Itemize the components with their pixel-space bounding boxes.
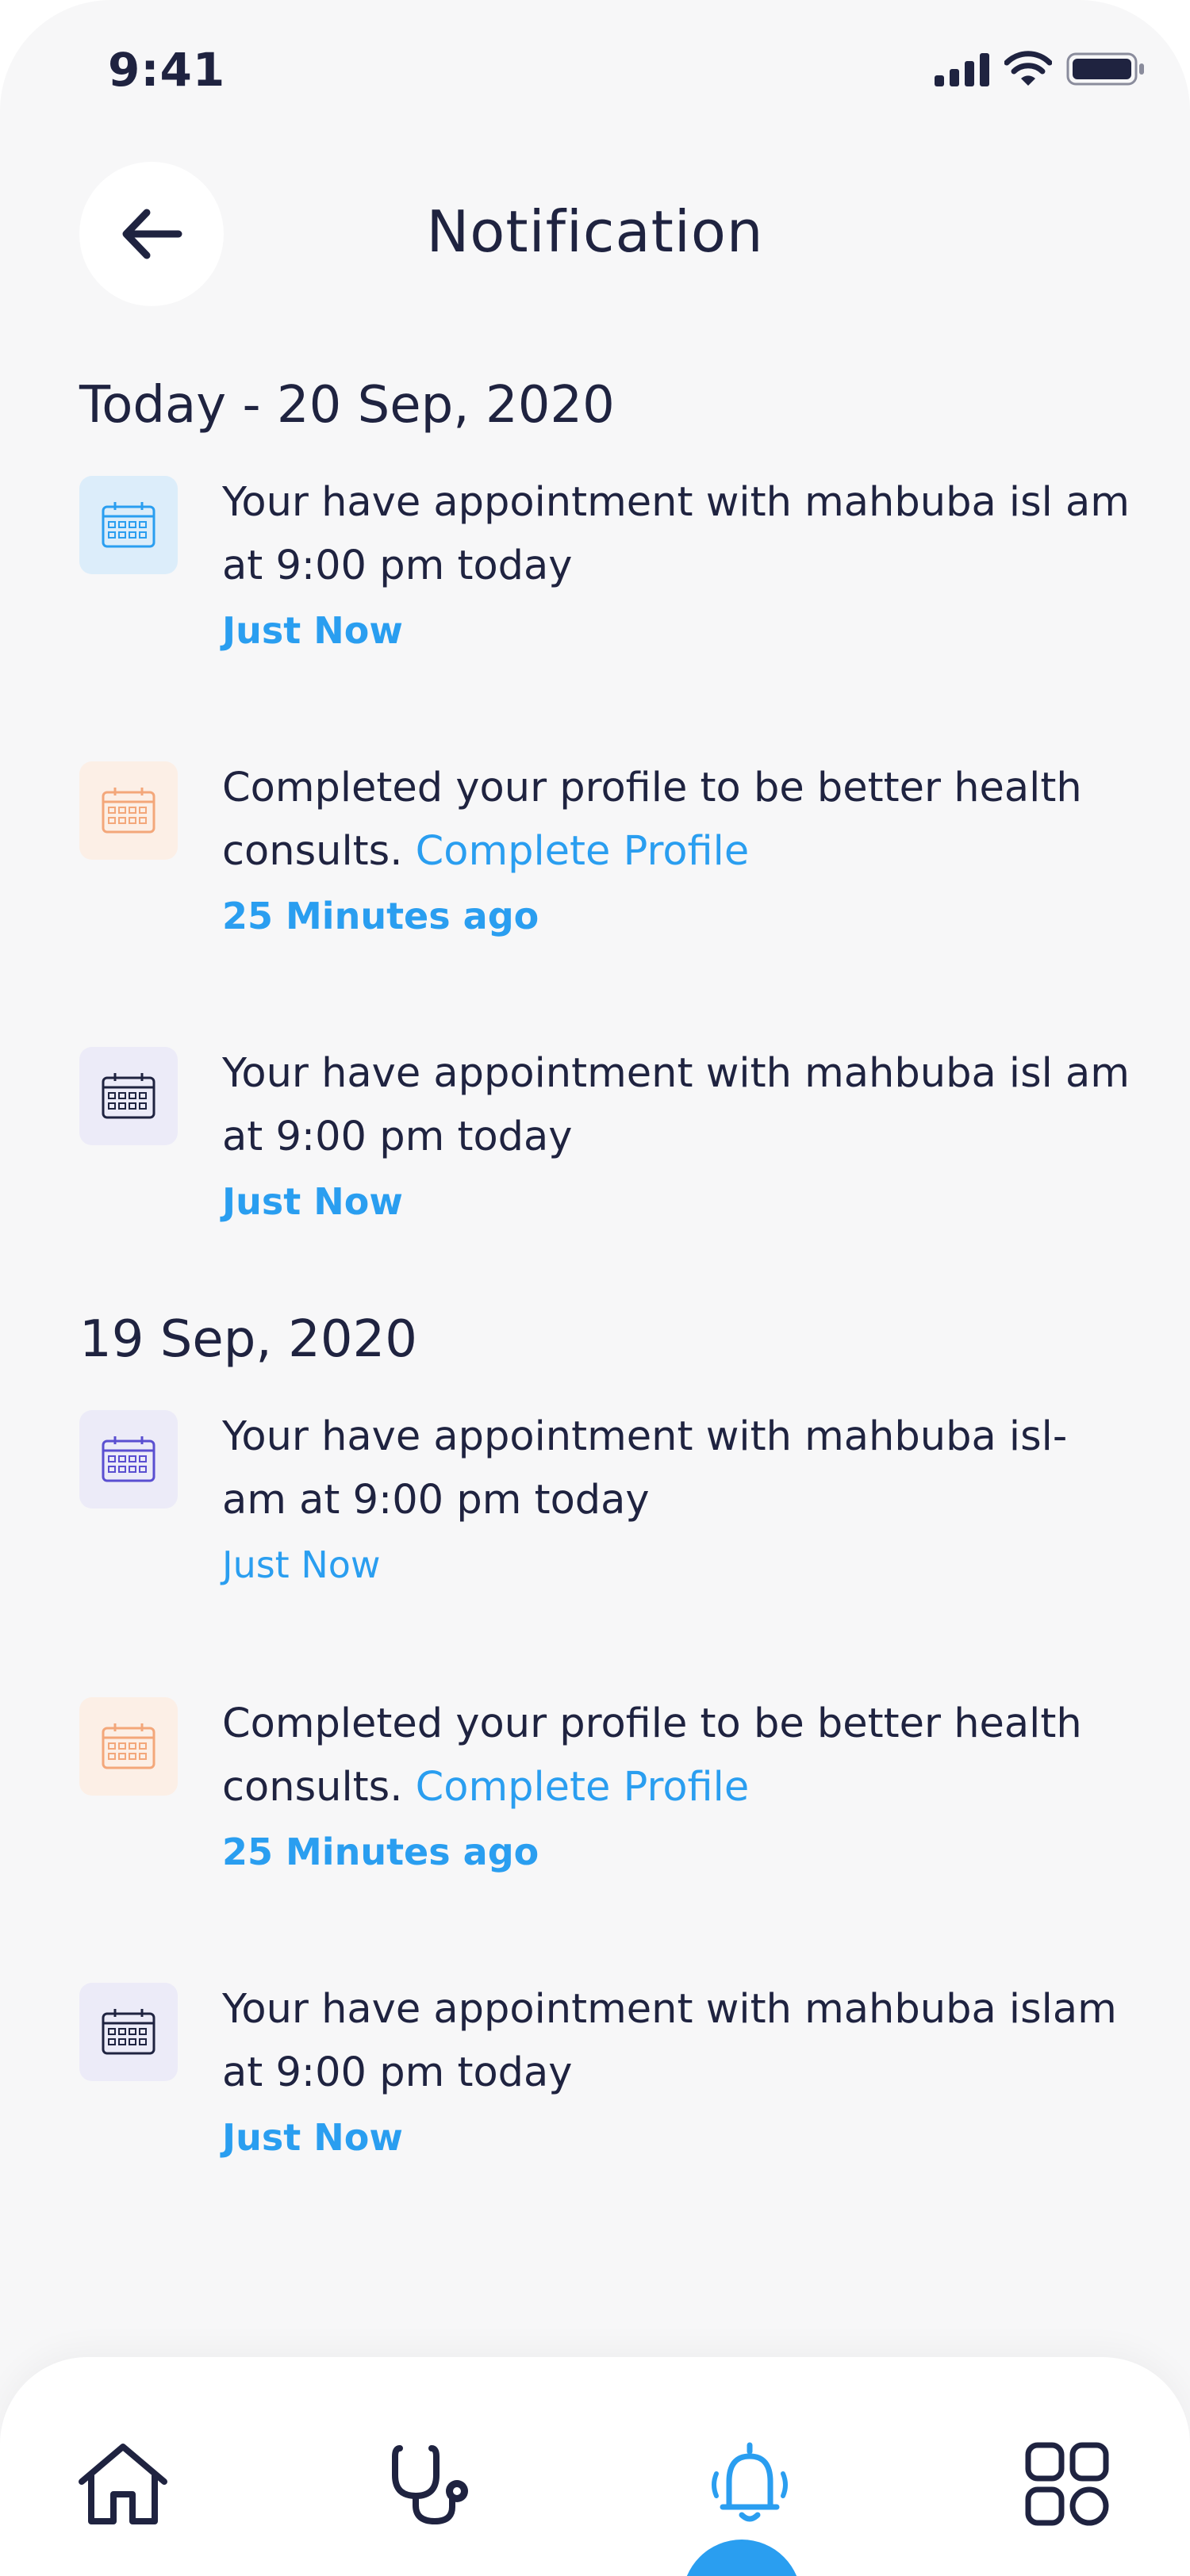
notification-time[interactable]: Just Now <box>222 609 1134 652</box>
section-date-19-sep: 19 Sep, 2020 <box>79 1310 417 1369</box>
notification-text: Completed your profile to be better heal… <box>222 757 1134 884</box>
battery-icon <box>1066 52 1144 86</box>
notification-text: Completed your profile to be better heal… <box>222 1692 1134 1819</box>
nav-doctors[interactable] <box>377 2428 488 2540</box>
notification-body: Completed your profile to be better heal… <box>222 757 1134 937</box>
notification-item[interactable]: Your have appointment with mahbuba isl a… <box>79 1047 1134 1237</box>
section-date-today: Today - 20 Sep, 2020 <box>79 376 615 435</box>
calendar-icon <box>102 2009 155 2055</box>
calendar-icon <box>102 1073 155 1119</box>
stethoscope-icon <box>392 2445 468 2525</box>
notification-icon <box>79 1047 178 1145</box>
notification-item[interactable]: Completed your profile to be better heal… <box>79 761 1134 952</box>
notification-body: Your have appointment with mahbuba isl a… <box>222 1042 1134 1223</box>
notification-time[interactable]: 25 Minutes ago <box>222 1830 1134 1873</box>
active-tab-indicator <box>682 2540 801 2576</box>
notification-time[interactable]: Just Now <box>222 1180 1134 1223</box>
page-title: Notification <box>426 198 764 265</box>
notification-icon <box>79 1983 178 2081</box>
grid-icon <box>1025 2442 1109 2526</box>
notification-item[interactable]: Your have appointment with mahbuba isl- … <box>79 1410 1134 1600</box>
calendar-icon <box>102 788 155 834</box>
cellular-signal-icon <box>935 53 989 86</box>
calendar-icon <box>102 1723 155 1769</box>
bell-icon <box>712 2442 788 2522</box>
complete-profile-link[interactable]: Complete Profile <box>416 1764 750 1811</box>
notification-time[interactable]: Just Now <box>222 2116 1134 2159</box>
notification-screen: 9:41 Notification Today - 20 Sep, 2020 Y… <box>0 0 1190 2576</box>
wifi-icon <box>1004 51 1052 86</box>
notification-icon <box>79 1410 178 1508</box>
nav-menu[interactable] <box>1012 2428 1123 2540</box>
notification-body: Your have appointment with mahbuba isl a… <box>222 471 1134 652</box>
status-bar: 9:41 <box>0 0 1190 143</box>
complete-profile-link[interactable]: Complete Profile <box>416 828 750 875</box>
notification-text: Your have appointment with mahbuba islam… <box>222 1986 1117 2096</box>
status-time: 9:41 <box>108 43 226 97</box>
notification-text: Your have appointment with mahbuba isl a… <box>222 1050 1130 1160</box>
notification-time[interactable]: Just Now <box>222 1543 1134 1586</box>
notification-icon <box>79 1697 178 1796</box>
notification-item[interactable]: Your have appointment with mahbuba isl a… <box>79 476 1134 666</box>
bottom-nav <box>0 2357 1190 2576</box>
status-icons <box>935 51 1146 87</box>
notification-icon <box>79 476 178 574</box>
notification-body: Your have appointment with mahbuba isl- … <box>222 1405 1134 1586</box>
notification-text: Your have appointment with mahbuba isl- … <box>222 1413 1068 1524</box>
nav-notifications[interactable] <box>694 2428 805 2540</box>
notification-body: Your have appointment with mahbuba islam… <box>222 1978 1134 2159</box>
nav-home[interactable] <box>67 2428 178 2540</box>
notification-body: Completed your profile to be better heal… <box>222 1692 1134 1873</box>
notification-text: Your have appointment with mahbuba isl a… <box>222 479 1130 589</box>
notification-time[interactable]: 25 Minutes ago <box>222 895 1134 937</box>
calendar-icon <box>102 1436 155 1482</box>
home-icon <box>79 2444 167 2524</box>
notification-icon <box>79 761 178 860</box>
notification-item[interactable]: Your have appointment with mahbuba islam… <box>79 1983 1134 2173</box>
calendar-icon <box>102 502 155 548</box>
notification-item[interactable]: Completed your profile to be better heal… <box>79 1697 1134 1888</box>
